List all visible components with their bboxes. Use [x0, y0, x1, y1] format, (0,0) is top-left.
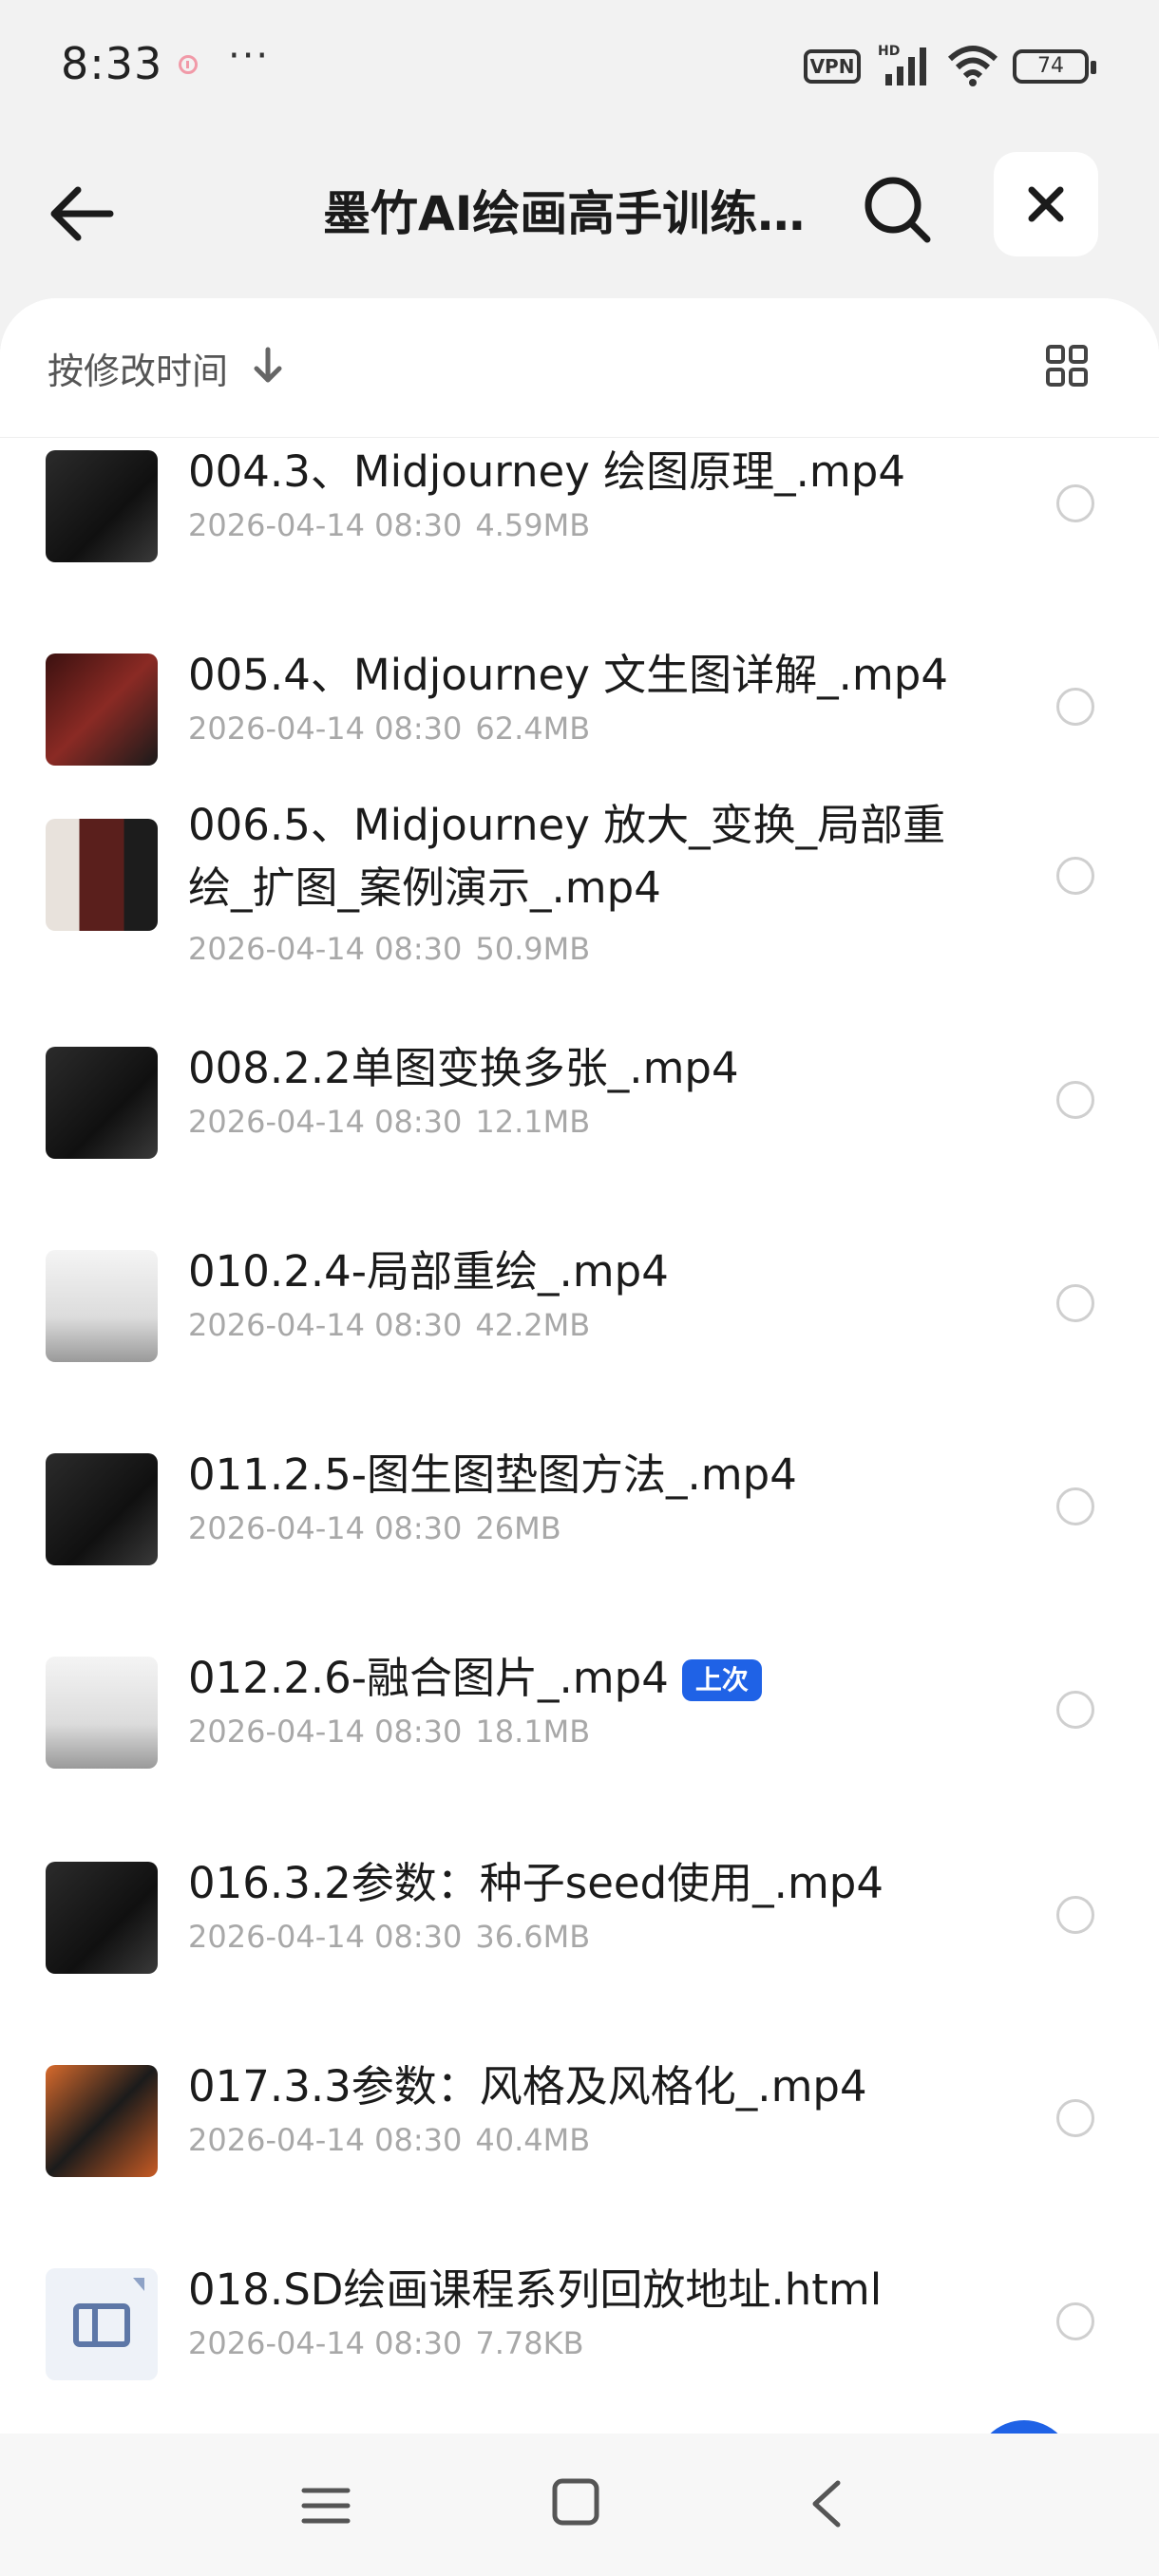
cellular-signal-icon: HD [878, 44, 926, 85]
file-meta: 2026-04-14 08:30 7.78KB [188, 2325, 584, 2361]
video-thumbnail [46, 1657, 158, 1769]
video-thumbnail [46, 1250, 158, 1362]
timer-notification-icon [179, 55, 198, 74]
video-thumbnail [46, 1862, 158, 1974]
video-thumbnail [46, 819, 158, 931]
file-row[interactable]: 006.5、Midjourney 放大_变换_局部重绘_扩图_案例演示_.mp4… [0, 792, 1159, 995]
file-list[interactable]: 004.3、Midjourney 绘图原理_.mp4 2026-04-14 08:… [0, 298, 1159, 2434]
file-date: 2026-04-14 08:30 [188, 1919, 463, 1955]
close-icon [1028, 186, 1064, 222]
video-thumbnail [46, 2065, 158, 2177]
file-row[interactable]: 005.4、Midjourney 文生图详解_.mp4 2026-04-14 08… [0, 625, 1159, 796]
svg-text:HD: HD [878, 44, 900, 59]
file-meta: 2026-04-14 08:30 42.2MB [188, 1307, 590, 1343]
file-row[interactable]: 011.2.5-图生图垫图方法_.mp4 2026-04-14 08:30 26MB [0, 1425, 1159, 1596]
search-icon[interactable] [855, 167, 940, 253]
file-name: 005.4、Midjourney 文生图详解_.mp4 [188, 650, 948, 700]
file-row[interactable]: 018.SD绘画课程系列回放地址.html 2026-04-14 08:30 7.7… [0, 2240, 1159, 2411]
file-meta: 2026-04-14 08:30 40.4MB [188, 2122, 590, 2158]
grid-view-icon[interactable] [1045, 344, 1089, 388]
file-row[interactable]: 016.3.2参数：种子seed使用_.mp4 2026-04-14 08:30 3… [0, 1833, 1159, 2004]
file-row[interactable]: 004.3、Midjourney 绘图原理_.mp4 2026-04-14 08:… [0, 422, 1159, 593]
file-size: 40.4MB [475, 2122, 591, 2158]
vpn-icon: VPN [804, 49, 861, 84]
file-row[interactable]: 012.2.6-融合图片_.mp4 上次 2026-04-14 08:30 18.1M… [0, 1628, 1159, 1799]
file-date: 2026-04-14 08:30 [188, 507, 463, 543]
video-thumbnail [46, 1047, 158, 1159]
file-row[interactable]: 010.2.4-局部重绘_.mp4 2026-04-14 08:30 42.2MB [0, 1222, 1159, 1392]
video-thumbnail [46, 450, 158, 562]
select-radio[interactable] [1056, 1691, 1094, 1729]
file-name: 016.3.2参数：种子seed使用_.mp4 [188, 1858, 884, 1908]
select-radio[interactable] [1056, 484, 1094, 522]
back-arrow-icon[interactable] [42, 171, 127, 256]
file-meta: 2026-04-14 08:30 26MB [188, 1510, 561, 1546]
file-meta: 2026-04-14 08:30 36.6MB [188, 1919, 590, 1955]
file-name: 017.3.3参数：风格及风格化_.mp4 [188, 2061, 867, 2112]
select-radio[interactable] [1056, 1284, 1094, 1322]
video-thumbnail [46, 653, 158, 766]
file-row[interactable]: 008.2.2单图变换多张_.mp4 2026-04-14 08:30 12.1MB [0, 1018, 1159, 1189]
more-notifications-icon: ··· [228, 34, 271, 78]
file-date: 2026-04-14 08:30 [188, 710, 463, 747]
select-radio[interactable] [1056, 1896, 1094, 1934]
select-radio[interactable] [1056, 2302, 1094, 2340]
sort-bar: 按修改时间 [0, 298, 1159, 438]
select-radio[interactable] [1056, 857, 1094, 895]
recent-apps-icon[interactable] [300, 2483, 352, 2529]
file-meta: 2026-04-14 08:30 50.9MB [188, 931, 590, 967]
battery-icon: 74 [1013, 49, 1096, 84]
home-icon[interactable] [551, 2477, 600, 2527]
file-size: 26MB [475, 1510, 561, 1546]
last-played-badge: 上次 [681, 1659, 762, 1701]
sort-by-modified-button[interactable]: 按修改时间 [48, 342, 228, 394]
file-size: 50.9MB [475, 931, 591, 967]
wifi-icon [947, 46, 998, 86]
file-meta: 2026-04-14 08:30 4.59MB [188, 507, 590, 543]
select-radio[interactable] [1056, 1487, 1094, 1525]
file-row[interactable]: 017.3.3参数：风格及风格化_.mp4 2026-04-14 08:30 40.… [0, 2036, 1159, 2207]
page-title: 墨竹AI绘画高手训练… [323, 186, 806, 241]
file-date: 2026-04-14 08:30 [188, 1510, 463, 1546]
select-radio[interactable] [1056, 688, 1094, 726]
file-name: 004.3、Midjourney 绘图原理_.mp4 [188, 446, 905, 497]
status-time: 8:33 [61, 38, 163, 89]
file-size: 36.6MB [475, 1919, 591, 1955]
file-name: 012.2.6-融合图片_.mp4 上次 [188, 1647, 948, 1710]
sort-descending-icon[interactable] [249, 344, 287, 388]
file-date: 2026-04-14 08:30 [188, 1714, 463, 1750]
nav-back-icon[interactable] [808, 2477, 846, 2530]
file-date: 2026-04-14 08:30 [188, 2122, 463, 2158]
file-date: 2026-04-14 08:30 [188, 2325, 463, 2361]
file-size: 42.2MB [475, 1307, 591, 1343]
file-name: 011.2.5-图生图垫图方法_.mp4 [188, 1449, 797, 1500]
video-thumbnail [46, 1453, 158, 1565]
file-name: 018.SD绘画课程系列回放地址.html [188, 2264, 883, 2315]
close-button[interactable] [994, 152, 1098, 256]
file-size: 12.1MB [475, 1104, 591, 1140]
file-size: 4.59MB [475, 507, 591, 543]
file-list-panel: 004.3、Midjourney 绘图原理_.mp4 2026-04-14 08:… [0, 298, 1159, 2434]
file-name: 006.5、Midjourney 放大_变换_局部重绘_扩图_案例演示_.mp4 [188, 800, 946, 913]
file-meta: 2026-04-14 08:30 62.4MB [188, 710, 590, 747]
file-date: 2026-04-14 08:30 [188, 931, 463, 967]
file-size: 7.78KB [475, 2325, 584, 2361]
html-file-icon [46, 2268, 158, 2380]
file-date: 2026-04-14 08:30 [188, 1104, 463, 1140]
file-name: 008.2.2单图变换多张_.mp4 [188, 1043, 739, 1093]
select-radio[interactable] [1056, 1081, 1094, 1119]
file-size: 62.4MB [475, 710, 591, 747]
file-date: 2026-04-14 08:30 [188, 1307, 463, 1343]
file-name: 010.2.4-局部重绘_.mp4 [188, 1246, 669, 1297]
select-radio[interactable] [1056, 2099, 1094, 2137]
file-meta: 2026-04-14 08:30 18.1MB [188, 1714, 590, 1750]
file-size: 18.1MB [475, 1714, 591, 1750]
status-bar: 8:33 ··· VPN HD 74 [0, 0, 1159, 133]
file-meta: 2026-04-14 08:30 12.1MB [188, 1104, 590, 1140]
